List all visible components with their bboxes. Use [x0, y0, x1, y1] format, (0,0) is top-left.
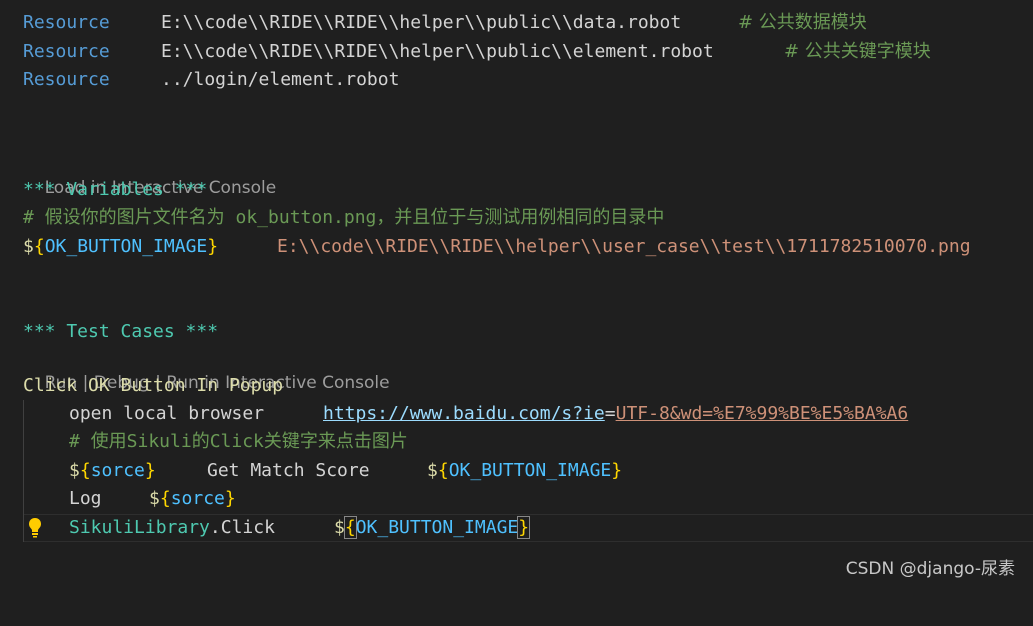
- variables-section-header: *** Variables ***: [23, 179, 208, 200]
- library-name: SikuliLibrary: [69, 517, 210, 538]
- variable-close-brace: }: [144, 460, 156, 481]
- code-line-open-browser[interactable]: open local browser https://www.baidu.com…: [0, 400, 1033, 428]
- resource-comment: # 公共关键字模块: [784, 41, 931, 62]
- code-line-log[interactable]: Log ${sorce}: [0, 485, 1033, 513]
- watermark: CSDN @django-尿素: [845, 559, 1015, 579]
- code-line-get-match-score[interactable]: ${sorce} Get Match Score ${OK_BUTTON_IMA…: [0, 457, 1033, 485]
- variable-dollar: $: [23, 236, 34, 257]
- code-line-resource-1[interactable]: Resource E:\\code\\RIDE\\RIDE\\helper\\p…: [0, 9, 1033, 37]
- variable-open-brace: {: [79, 460, 91, 481]
- variable-close-brace: }: [517, 516, 531, 539]
- variable-name: OK_BUTTON_IMAGE: [448, 460, 612, 481]
- testcases-section-header: *** Test Cases ***: [23, 321, 219, 342]
- sikuli-click-keyword: SikuliLibrary.Click: [69, 514, 275, 542]
- variable-dollar: $: [69, 460, 80, 481]
- codelens-testcase: Run | Debug | Run in Interactive Console: [23, 347, 390, 393]
- get-match-score-keyword: Get Match Score: [207, 460, 370, 481]
- click-keyword: Click: [220, 517, 275, 538]
- code-line-variable-def[interactable]: ${OK_BUTTON_IMAGE} E:\\code\\RIDE\\RIDE\…: [0, 233, 1033, 261]
- resource-path: E:\\code\\RIDE\\RIDE\\helper\\public\\el…: [161, 41, 714, 62]
- variable-name: sorce: [170, 488, 225, 509]
- resource-comment: # 公共数据模块: [738, 12, 867, 33]
- variable-dollar: $: [427, 460, 438, 481]
- code-line-testcase-name[interactable]: Click OK Button In Popup: [0, 372, 1033, 400]
- resource-keyword: Resource: [23, 69, 110, 90]
- resource-keyword: Resource: [23, 41, 110, 62]
- variable-open-brace: {: [33, 236, 45, 257]
- sorce-variable: ${sorce}: [69, 457, 156, 485]
- resource-path: ../login/element.robot: [161, 69, 400, 90]
- library-dot: .: [209, 517, 221, 538]
- url-link[interactable]: https://www.baidu.com/s?ie: [323, 403, 605, 424]
- resource-path: E:\\code\\RIDE\\RIDE\\helper\\public\\da…: [161, 12, 682, 33]
- code-line-variables-comment[interactable]: # 假设你的图片文件名为 ok_button.png，并且位于与测试用例相同的目…: [0, 204, 1033, 232]
- variables-comment: # 假设你的图片文件名为 ok_button.png，并且位于与测试用例相同的目…: [23, 207, 665, 228]
- url-argument[interactable]: https://www.baidu.com/s?ie=UTF-8&wd=%E7%…: [323, 400, 908, 428]
- variable-open-brace: {: [343, 516, 357, 539]
- code-line-testcases-header[interactable]: *** Test Cases ***: [0, 318, 1033, 346]
- variable-dollar: $: [149, 488, 160, 509]
- code-editor[interactable]: Resource E:\\code\\RIDE\\RIDE\\helper\\p…: [0, 0, 1033, 589]
- variable-name: OK_BUTTON_IMAGE: [355, 517, 519, 538]
- resource-keyword: Resource: [23, 12, 110, 33]
- variable-name: sorce: [90, 460, 145, 481]
- image-variable: ${OK_BUTTON_IMAGE}: [427, 457, 622, 485]
- step-comment: # 使用Sikuli的Click关键字来点击图片: [69, 431, 408, 452]
- image-variable: ${OK_BUTTON_IMAGE}: [334, 514, 531, 542]
- testcase-name: Click OK Button In Popup: [23, 375, 284, 396]
- open-browser-keyword: open local browser: [69, 403, 265, 424]
- codelens-variables: Load in Interactive Console: [23, 152, 277, 198]
- variable-close-brace: }: [611, 460, 623, 481]
- variable-open-brace: {: [437, 460, 449, 481]
- url-equals: =: [604, 403, 616, 424]
- code-line-step-comment[interactable]: # 使用Sikuli的Click关键字来点击图片: [0, 428, 1033, 456]
- url-query[interactable]: UTF-8&wd=%E7%99%BE%E5%BA%A6: [616, 403, 909, 424]
- sorce-variable: ${sorce}: [149, 485, 236, 513]
- variable-value: E:\\code\\RIDE\\RIDE\\helper\\user_case\…: [277, 236, 971, 257]
- variable-name: OK_BUTTON_IMAGE: [44, 236, 208, 257]
- code-line-resource-3[interactable]: Resource ../login/element.robot: [0, 66, 1033, 94]
- variable-ok-button-image: ${OK_BUTTON_IMAGE}: [23, 233, 218, 261]
- log-keyword: Log: [69, 488, 102, 509]
- variable-open-brace: {: [159, 488, 171, 509]
- code-line-resource-2[interactable]: Resource E:\\code\\RIDE\\RIDE\\helper\\p…: [0, 38, 1033, 66]
- code-line-sikuli-click[interactable]: SikuliLibrary.Click ${OK_BUTTON_IMAGE}: [0, 514, 1033, 542]
- variable-close-brace: }: [224, 488, 236, 509]
- code-line-variables-header[interactable]: *** Variables ***: [0, 176, 1033, 204]
- variable-dollar: $: [334, 517, 345, 538]
- variable-close-brace: }: [207, 236, 219, 257]
